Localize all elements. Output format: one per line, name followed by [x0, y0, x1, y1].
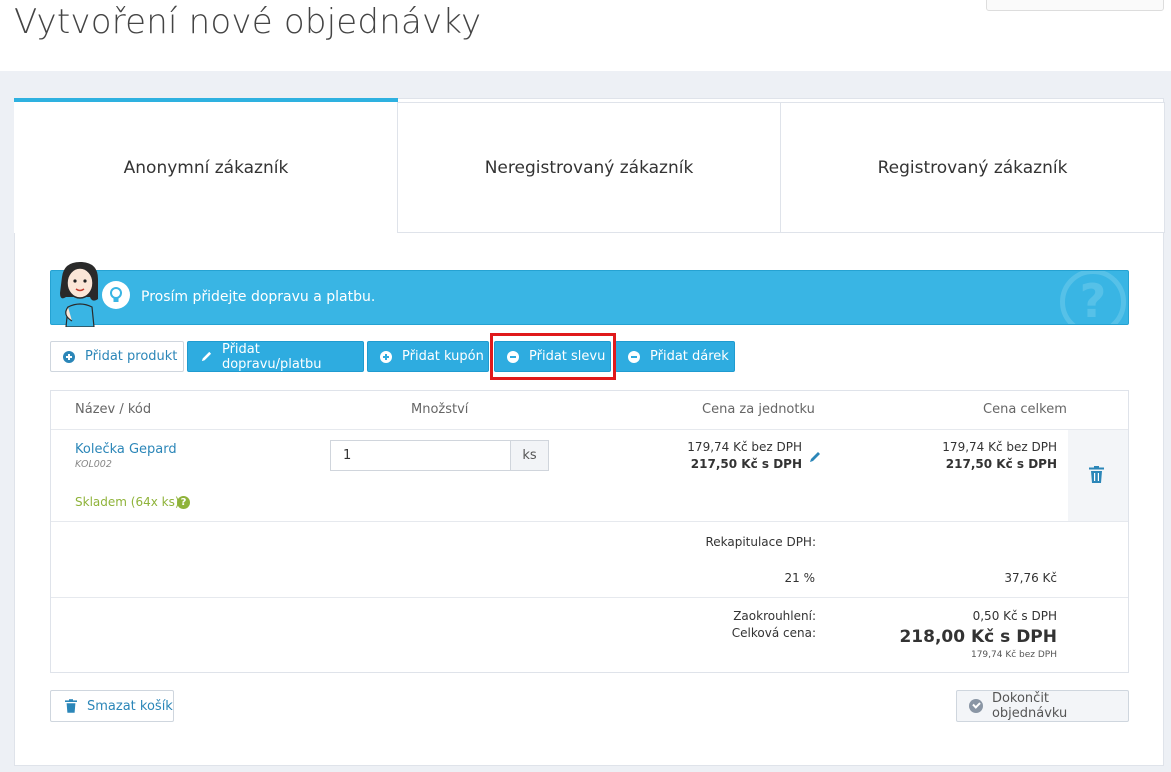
- finish-order-label: Dokončit objednávku: [991, 691, 1068, 721]
- stock-status: Skladem (64x ks): [75, 495, 180, 509]
- question-mark-icon: ?: [1060, 271, 1126, 324]
- add-gift-button[interactable]: Přidat dárek: [615, 341, 735, 372]
- page-header: Vytvoření nové objednávky: [0, 0, 1171, 71]
- trash-icon[interactable]: [1089, 466, 1104, 483]
- edit-price-icon[interactable]: [808, 450, 822, 464]
- minus-circle-icon: [507, 350, 519, 363]
- tab-label: Neregistrovaný zákazník: [484, 157, 694, 178]
- trash-icon: [65, 699, 77, 713]
- clear-cart-button[interactable]: Smazat košík: [50, 690, 174, 722]
- tab-unregistered-customer[interactable]: Neregistrovaný zákazník: [397, 102, 781, 233]
- finish-order-button[interactable]: Dokončit objednávku: [956, 690, 1129, 722]
- column-header-total: Cena celkem: [983, 402, 1067, 417]
- quantity-unit: ks: [510, 440, 549, 471]
- clear-cart-label: Smazat košík: [87, 698, 173, 714]
- check-circle-icon: [969, 699, 983, 713]
- add-gift-label: Přidat dárek: [650, 349, 729, 364]
- tab-registered-customer[interactable]: Registrovaný zákazník: [780, 102, 1165, 233]
- add-shipping-label: Přidat dopravu/platbu: [221, 341, 322, 372]
- divider: [51, 597, 1128, 598]
- mascot-illustration: [52, 257, 122, 328]
- info-alert: Prosím přidejte dopravu a platbu. ?: [50, 270, 1129, 325]
- total-price-net: 179,74 Kč bez DPH: [942, 440, 1057, 454]
- column-header-quantity: Množství: [411, 402, 469, 417]
- tab-label: Registrovaný zákazník: [877, 157, 1068, 178]
- quantity-input[interactable]: [330, 440, 511, 471]
- column-header-unit-price: Cena za jednotku: [702, 402, 815, 417]
- unit-price-gross: 217,50 Kč s DPH: [690, 457, 802, 471]
- unit-price-net: 179,74 Kč bez DPH: [687, 440, 802, 454]
- add-product-label: Přidat produkt: [85, 349, 178, 364]
- alert-message: Prosím přidejte dopravu a platbu.: [141, 289, 376, 305]
- add-coupon-label: Přidat kupón: [402, 349, 484, 364]
- plus-circle-icon: [380, 350, 392, 363]
- minus-circle-icon: [628, 350, 640, 363]
- product-code: KOL002: [75, 459, 112, 470]
- vat-summary-label: Rekapitulace DPH:: [705, 535, 816, 549]
- vat-rate: 21 %: [784, 571, 816, 585]
- rounding-label: Zaokrouhlení:: [733, 609, 816, 623]
- product-name-link[interactable]: Kolečka Gepard: [75, 442, 177, 457]
- grand-total-net: 179,74 Kč bez DPH: [970, 650, 1057, 660]
- total-price-label: Celková cena:: [731, 626, 816, 640]
- add-product-button[interactable]: Přidat produkt: [50, 341, 184, 372]
- divider: [51, 429, 1128, 430]
- grand-total: 218,00 Kč s DPH: [899, 627, 1057, 647]
- column-header-name: Název / kód: [75, 402, 152, 417]
- help-icon[interactable]: ?: [177, 496, 190, 509]
- total-price-gross: 217,50 Kč s DPH: [945, 457, 1057, 471]
- tab-anonymous-customer[interactable]: Anonymní zákazník: [14, 98, 398, 233]
- add-discount-button[interactable]: Přidat slevu: [494, 341, 611, 372]
- rounding-value: 0,50 Kč s DPH: [972, 609, 1057, 623]
- add-shipping-button[interactable]: Přidat dopravu/platbu: [187, 341, 364, 372]
- page-title: Vytvoření nové objednávky: [14, 2, 482, 42]
- plus-circle-icon: [63, 350, 75, 363]
- tab-label: Anonymní zákazník: [123, 157, 289, 178]
- pencil-icon: [201, 351, 212, 362]
- header-action-button[interactable]: [986, 0, 1164, 11]
- divider: [51, 521, 1128, 522]
- vat-amount: 37,76 Kč: [1004, 571, 1057, 585]
- add-coupon-button[interactable]: Přidat kupón: [367, 341, 489, 372]
- add-discount-label: Přidat slevu: [529, 349, 606, 364]
